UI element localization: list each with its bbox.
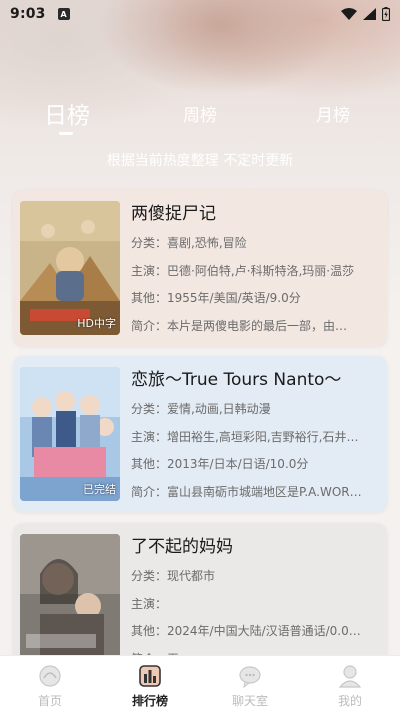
chat-icon [239, 666, 261, 689]
movie-card[interactable]: 已完结 恋旅～True Tours Nanto～ 分类：爱情,动画,日韩动漫 主… [13, 356, 387, 512]
profile-icon [338, 665, 362, 688]
poster-image [20, 534, 120, 663]
movie-other-info: 其他：2013年/日本/日语/10.0分 [131, 457, 309, 471]
movie-other-info: 其他：2024年/中国大陆/汉语普通话/0.0… [131, 624, 361, 638]
movie-cast: 主演：增田裕生,高垣彩阳,吉野裕行,石井… [131, 429, 359, 444]
nav-chat-label: 聊天室 [231, 694, 268, 708]
app-notification-icon: A [57, 8, 70, 20]
nav-profile[interactable]: 我的 [300, 656, 400, 711]
movie-genre: 分类：喜剧,恐怖,冒险 [131, 236, 247, 250]
movie-title[interactable]: 恋旅～True Tours Nanto～ [131, 366, 381, 396]
ranking-icon [139, 665, 161, 687]
movie-genre: 分类：爱情,动画,日韩动漫 [131, 402, 271, 416]
ranking-tabs: 日榜 周榜 月榜 [0, 96, 400, 136]
nav-ranking-label: 排行榜 [131, 694, 168, 708]
movie-card[interactable]: 了不起的妈妈 分类：现代都市 主演： 其他：2024年/中国大陆/汉语普通话/0… [13, 523, 387, 663]
movie-poster[interactable] [20, 534, 120, 663]
movie-cast: 主演：巴德·阿伯特,卢·科斯特洛,玛丽·温莎 [131, 263, 355, 278]
movie-genre: 分类：现代都市 [131, 569, 216, 583]
movie-poster[interactable]: HD中字 [20, 201, 120, 335]
tab-monthly[interactable]: 月榜 [308, 96, 358, 136]
movie-summary: 简介：本片是两傻电影的最后一部，由… [131, 318, 348, 333]
quality-badge: HD中字 [77, 317, 116, 330]
nav-ranking[interactable]: 排行榜 [100, 656, 200, 711]
nav-home[interactable]: 首页 [0, 656, 100, 711]
battery-icon [382, 7, 390, 21]
nav-chat[interactable]: 聊天室 [200, 656, 300, 711]
movie-other-info: 其他：1955年/美国/英语/9.0分 [131, 291, 301, 305]
movie-title[interactable]: 了不起的妈妈 [131, 533, 381, 563]
ranking-subtitle: 根据当前热度整理 不定时更新 [106, 153, 294, 169]
tab-weekly[interactable]: 周榜 [175, 96, 225, 136]
wifi-icon [341, 8, 357, 20]
cellular-signal-icon [363, 8, 376, 20]
nav-profile-label: 我的 [337, 694, 362, 708]
status-time: 9:03 [10, 6, 46, 22]
status-badge: 已完结 [83, 483, 116, 496]
home-icon [39, 665, 61, 687]
movie-summary: 简介：富山县南砺市城端地区是P.A.WOR… [131, 484, 362, 499]
tab-daily[interactable]: 日榜 [40, 96, 94, 136]
status-bar: 9:03 A [0, 0, 400, 28]
movie-cast: 主演： [131, 596, 168, 611]
nav-home-label: 首页 [37, 694, 62, 708]
bottom-navigation: 首页 排行榜 聊天室 我的 [0, 655, 400, 711]
movie-title[interactable]: 两傻捉尸记 [131, 200, 381, 230]
movie-card[interactable]: HD中字 两傻捉尸记 分类：喜剧,恐怖,冒险 主演：巴德·阿伯特,卢·科斯特洛,… [13, 190, 387, 346]
tab-indicator [59, 132, 73, 135]
movie-poster[interactable]: 已完结 [20, 367, 120, 501]
